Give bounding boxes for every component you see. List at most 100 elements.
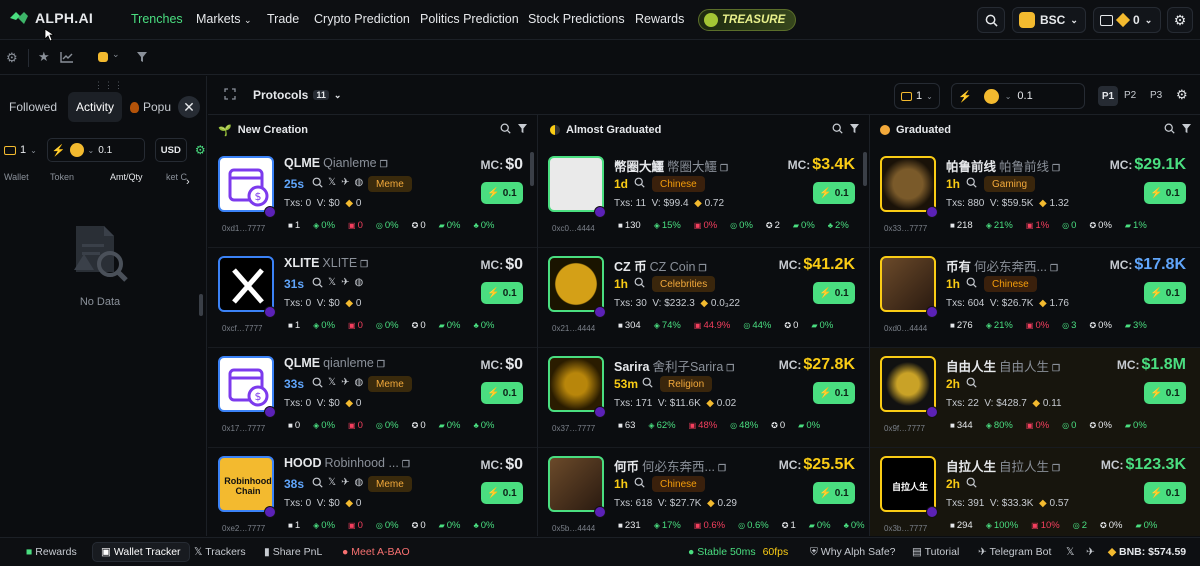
tab-activity[interactable]: Activity bbox=[68, 92, 122, 122]
bnb-filter-icon[interactable] bbox=[98, 52, 108, 62]
contract-address[interactable]: 0x5b…4444 bbox=[552, 524, 595, 533]
treasure-button[interactable]: TREASURE bbox=[698, 9, 796, 31]
quick-buy-button[interactable]: ⚡ 0.1 bbox=[481, 382, 523, 404]
gear-icon[interactable]: ⚙ bbox=[195, 143, 206, 157]
token-thumbnail[interactable] bbox=[880, 156, 936, 212]
search-icon[interactable] bbox=[312, 377, 323, 388]
contract-address[interactable]: 0x9f…7777 bbox=[884, 424, 925, 433]
token-name[interactable]: XLITE XLITE ❐ bbox=[284, 256, 368, 270]
copy-icon[interactable]: ❐ bbox=[360, 259, 368, 269]
meet-abao-link[interactable]: ● Meet A-BAO bbox=[342, 546, 410, 558]
contract-address[interactable]: 0xcf…7777 bbox=[222, 324, 262, 333]
token-thumbnail[interactable]: $ bbox=[218, 156, 274, 212]
tab-followed[interactable]: Followed bbox=[4, 92, 62, 122]
trackers-link[interactable]: 𝕏 Trackers bbox=[194, 546, 246, 558]
telegram-social-link[interactable]: ✈ bbox=[1086, 546, 1095, 558]
nav-rewards[interactable]: Rewards bbox=[635, 12, 684, 26]
contract-address[interactable]: 0xd0…4444 bbox=[884, 324, 927, 333]
token-card[interactable]: 0x21…4444 CZ 币 CZ Coin ❐ 1h Celebrities Tx… bbox=[538, 248, 869, 348]
quick-buy-button[interactable]: ⚡ 0.1 bbox=[481, 182, 523, 204]
token-card[interactable]: 0x5b…4444 何币 何必东奔西... ❐ 1h Chinese Txs: 61… bbox=[538, 448, 869, 536]
token-card[interactable]: 0x9f…7777 自由人生 自由人生 ❐ 2h Txs: 22 V: $428.7… bbox=[870, 348, 1200, 448]
filter-icon[interactable] bbox=[518, 124, 527, 133]
search-icon[interactable] bbox=[634, 477, 645, 488]
token-thumbnail[interactable]: $ bbox=[218, 356, 274, 412]
tutorial-link[interactable]: ▤ Tutorial bbox=[912, 546, 959, 558]
token-card[interactable]: $ 0x17…7777 QLME qianleme ❐ 33s 𝕏 ✈ ◍ Meme T… bbox=[208, 348, 537, 448]
currency-toggle[interactable]: USD bbox=[154, 138, 187, 162]
search-icon[interactable] bbox=[966, 277, 977, 288]
share-pnl-link[interactable]: ▮ Share PnL bbox=[264, 546, 322, 558]
token-card[interactable]: Robinhood Chain 0xe2…7777 HOOD Robinhood … bbox=[208, 448, 537, 536]
settings-button[interactable]: ⚙ bbox=[1167, 7, 1193, 33]
contract-address[interactable]: 0x21…4444 bbox=[552, 324, 595, 333]
nav-markets[interactable]: Markets ⌄ bbox=[196, 12, 251, 26]
quick-buy-amount[interactable]: ⚡ ⌄ 0.1 bbox=[46, 138, 145, 162]
contract-address[interactable]: 0x33…7777 bbox=[884, 224, 927, 233]
copy-icon[interactable]: ❐ bbox=[698, 263, 706, 273]
token-name[interactable]: QLME Qianleme ❐ bbox=[284, 156, 388, 170]
x-icon[interactable]: 𝕏 bbox=[328, 177, 336, 188]
token-card[interactable]: 0x37…7777 Sarira 舍利子Sarira ❐ 53m Religion … bbox=[538, 348, 869, 448]
token-card[interactable]: 0xc0…4444 幣圈大鱷 幣圈大鱷 ❐ 1d Chinese Txs: 11 V… bbox=[538, 148, 869, 248]
telegram-icon[interactable]: ✈ bbox=[341, 377, 349, 388]
globe-icon[interactable]: ◍ bbox=[354, 477, 363, 488]
copy-icon[interactable]: ❐ bbox=[1052, 463, 1060, 473]
token-thumbnail[interactable]: 自拉人生 bbox=[880, 456, 936, 512]
search-icon[interactable] bbox=[312, 277, 323, 288]
search-icon[interactable] bbox=[966, 477, 977, 488]
contract-address[interactable]: 0xe2…7777 bbox=[222, 524, 265, 533]
copy-icon[interactable]: ❐ bbox=[1052, 163, 1060, 173]
filter-icon[interactable] bbox=[137, 52, 147, 62]
telegram-icon[interactable]: ✈ bbox=[341, 277, 349, 288]
token-thumbnail[interactable] bbox=[880, 256, 936, 312]
rewards-link[interactable]: ■ Rewards bbox=[26, 546, 77, 558]
token-name[interactable]: CZ 币 CZ Coin ❐ bbox=[614, 256, 707, 275]
quick-buy-button[interactable]: ⚡ 0.1 bbox=[813, 182, 855, 204]
copy-icon[interactable]: ❐ bbox=[377, 359, 385, 369]
wallet-tracker-button[interactable]: ▣ Wallet Tracker bbox=[92, 542, 190, 562]
gear-icon[interactable]: ⚙ bbox=[1176, 87, 1188, 103]
quick-buy-button[interactable]: ⚡ 0.1 bbox=[1144, 282, 1186, 304]
star-icon[interactable]: ★ bbox=[38, 49, 50, 65]
telegram-icon[interactable]: ✈ bbox=[341, 177, 349, 188]
copy-icon[interactable]: ❐ bbox=[718, 463, 726, 473]
quick-buy-button[interactable]: ⚡ 0.1 bbox=[481, 282, 523, 304]
folder-selector[interactable]: 1 ⌄ bbox=[894, 83, 940, 109]
nav-crypto-prediction[interactable]: Crypto Prediction bbox=[314, 12, 410, 26]
chevron-right-icon[interactable]: › bbox=[186, 176, 190, 188]
resize-handle[interactable] bbox=[199, 294, 203, 316]
search-icon[interactable] bbox=[500, 123, 511, 134]
search-icon[interactable] bbox=[634, 277, 645, 288]
gear-icon[interactable]: ⚙ bbox=[6, 50, 18, 66]
globe-icon[interactable]: ◍ bbox=[354, 177, 363, 188]
chart-line-icon[interactable] bbox=[60, 51, 74, 63]
contract-address[interactable]: 0xd1…7777 bbox=[222, 224, 265, 233]
search-icon[interactable] bbox=[634, 177, 645, 188]
token-card[interactable]: $ 0xd1…7777 QLME Qianleme ❐ 25s 𝕏 ✈ ◍ Meme T… bbox=[208, 148, 537, 248]
contract-address[interactable]: 0xc0…4444 bbox=[552, 224, 595, 233]
token-thumbnail[interactable] bbox=[548, 456, 604, 512]
search-button[interactable] bbox=[977, 7, 1005, 33]
search-icon[interactable] bbox=[966, 177, 977, 188]
col-amount[interactable]: Amt/Qty bbox=[110, 172, 166, 182]
close-sidebar-button[interactable]: ✕ bbox=[178, 96, 200, 118]
nav-politics-prediction[interactable]: Politics Prediction bbox=[420, 12, 519, 26]
search-icon[interactable] bbox=[832, 123, 843, 134]
token-name[interactable]: 何币 何必东奔西... ❐ bbox=[614, 456, 726, 475]
token-name[interactable]: 帕鲁前线 帕鲁前线 ❐ bbox=[946, 156, 1060, 175]
token-name[interactable]: QLME qianleme ❐ bbox=[284, 356, 385, 370]
token-card[interactable]: 0xcf…7777 XLITE XLITE ❐ 31s 𝕏 ✈ ◍ Txs: 0 V: … bbox=[208, 248, 537, 348]
globe-icon[interactable]: ◍ bbox=[354, 277, 363, 288]
why-alph-safe-link[interactable]: ⛨ Why Alph Safe? bbox=[810, 546, 896, 559]
token-thumbnail[interactable] bbox=[218, 256, 274, 312]
contract-address[interactable]: 0x17…7777 bbox=[222, 424, 265, 433]
token-card[interactable]: 0xd0…4444 币有 何必东奔西... ❐ 1h Chinese Txs: 60… bbox=[870, 248, 1200, 348]
copy-icon[interactable]: ❐ bbox=[1050, 263, 1058, 273]
search-icon[interactable] bbox=[966, 377, 977, 388]
quick-buy-button[interactable]: ⚡ 0.1 bbox=[813, 382, 855, 404]
filter-icon[interactable] bbox=[1182, 124, 1191, 133]
x-social-link[interactable]: 𝕏 bbox=[1066, 546, 1074, 558]
contract-address[interactable]: 0x37…7777 bbox=[552, 424, 595, 433]
quick-buy-button[interactable]: ⚡ 0.1 bbox=[813, 482, 855, 504]
